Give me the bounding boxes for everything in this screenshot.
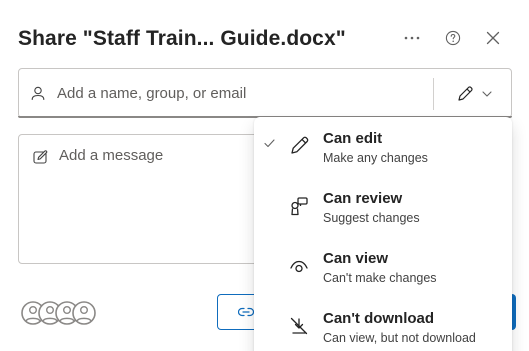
question-circle-icon — [445, 30, 461, 46]
menu-item-subtitle: Suggest changes — [323, 211, 420, 225]
person-icon — [31, 86, 45, 101]
people-group-icon — [21, 301, 96, 325]
no-download-icon — [290, 317, 308, 335]
more-options-button[interactable] — [400, 26, 424, 50]
pencil-icon — [291, 136, 309, 154]
eye-icon — [290, 260, 308, 273]
message-input[interactable] — [59, 147, 259, 171]
people-input[interactable] — [57, 81, 427, 105]
review-icon — [291, 197, 308, 216]
menu-item-title: Can view — [323, 250, 389, 267]
link-icon — [238, 307, 254, 317]
menu-item-title: Can't download — [323, 310, 435, 327]
help-button[interactable] — [441, 26, 465, 50]
checkmark-icon — [264, 139, 275, 148]
menu-item-cant-download[interactable]: Can't download Can view, but not downloa… — [254, 297, 512, 351]
menu-item-title: Can review — [323, 190, 403, 207]
menu-item-can-review[interactable]: Can review Suggest changes — [254, 177, 512, 235]
menu-item-subtitle: Make any changes — [323, 151, 428, 165]
menu-item-subtitle: Can't make changes — [323, 271, 437, 285]
people-picker[interactable] — [18, 68, 512, 118]
menu-item-can-edit[interactable]: Can edit Make any changes — [254, 117, 512, 175]
compose-icon — [33, 150, 48, 164]
close-button[interactable] — [481, 26, 505, 50]
permission-dropdown-button[interactable] — [441, 78, 507, 110]
pencil-icon — [458, 86, 473, 101]
menu-item-subtitle: Can view, but not download — [323, 331, 476, 345]
permission-divider — [433, 78, 434, 110]
menu-item-title: Can edit — [323, 130, 383, 147]
menu-item-can-view[interactable]: Can view Can't make changes — [254, 237, 512, 295]
close-icon — [486, 31, 500, 45]
chevron-down-icon — [482, 91, 492, 97]
dialog-title: Share "Staff Train... Guide.docx" — [18, 27, 346, 50]
permission-menu: Can edit Make any changes Can review Sug… — [254, 117, 512, 351]
more-horizontal-icon — [404, 36, 420, 40]
